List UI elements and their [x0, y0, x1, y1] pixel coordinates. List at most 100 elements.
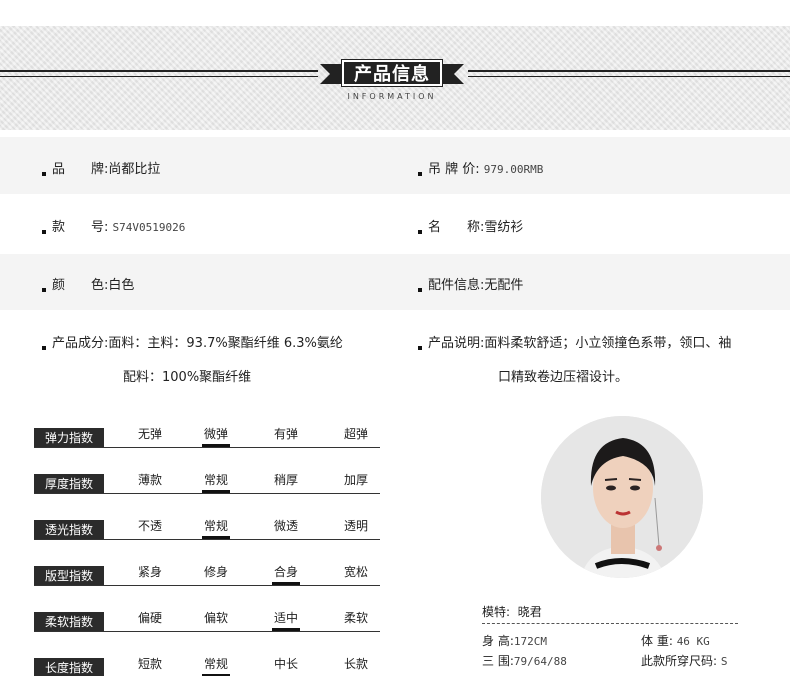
model-divider	[482, 623, 738, 624]
composition-label: 产品成分:	[52, 336, 109, 351]
index-option-label: 偏软	[203, 611, 228, 625]
description-line-2: 口精致卷边压褶设计。	[498, 370, 629, 385]
index-option: 微弹	[196, 425, 236, 447]
bullet	[42, 288, 46, 292]
index-option-label: 微透	[273, 519, 298, 533]
index-option: 常规	[196, 471, 236, 493]
header-line-right-thin	[468, 76, 790, 77]
model-size: 此款所穿尺码: S	[641, 652, 728, 669]
index-underline	[34, 493, 380, 494]
composition-value-1: 93.7%聚酯纤维 6.3%氨纶	[186, 336, 343, 351]
index-option: 偏硬	[130, 609, 170, 626]
index-option-label: 透明	[343, 519, 368, 533]
page-title: 产品信息	[341, 59, 443, 87]
index-option: 微透	[266, 517, 306, 534]
info-row-3: 颜 色:白色 配件信息:无配件	[0, 254, 790, 310]
info-row-1: 品 牌:尚都比拉 吊 牌 价: 979.00RMB	[0, 137, 790, 194]
index-option-label: 偏硬	[137, 611, 162, 625]
index-option: 薄款	[130, 471, 170, 488]
index-label: 厚度指数	[34, 474, 104, 494]
index-option: 修身	[196, 563, 236, 580]
description-line-1: 面料柔软舒适；小立领撞色系带，领口、袖	[484, 336, 732, 351]
info-row-2: 款 号: S74V0519026 名 称:雪纺衫	[0, 194, 790, 254]
weight-label: 体 重:	[641, 634, 673, 648]
index-option-label: 超弹	[343, 427, 368, 441]
index-option: 中长	[266, 655, 306, 672]
bullet	[418, 230, 422, 234]
name-label: 名 称:	[428, 220, 485, 235]
color-value: 白色	[108, 278, 135, 293]
name-value: 雪纺衫	[484, 220, 524, 235]
index-option-label: 微弹	[203, 427, 228, 441]
index-underline	[34, 631, 380, 632]
size-label: 此款所穿尺码:	[641, 654, 718, 668]
description-label: 产品说明:	[428, 336, 485, 351]
index-underline	[34, 539, 380, 540]
header-line-left	[0, 70, 318, 72]
index-option-label: 柔软	[343, 611, 368, 625]
index-option-label: 不透	[137, 519, 162, 533]
index-option-label: 短款	[137, 657, 162, 671]
color-label: 颜 色:	[52, 278, 109, 293]
index-table: 长度指数 短款 常规 中长 长款	[34, 652, 380, 676]
composition-value-2: 100%聚酯纤维	[162, 370, 252, 385]
index-option: 偏软	[196, 609, 236, 626]
bullet	[418, 288, 422, 292]
index-option: 常规	[196, 655, 236, 676]
index-option: 加厚	[336, 471, 376, 488]
index-table: 厚度指数 薄款 常规 稍厚 加厚	[34, 468, 380, 494]
index-option-label: 常规	[203, 657, 228, 671]
index-option-label: 稍厚	[273, 473, 298, 487]
index-option: 宽松	[336, 563, 376, 580]
brand-label: 品 牌:	[52, 162, 109, 177]
index-option: 适中	[266, 609, 306, 631]
index-table: 柔软指数 偏硬 偏软 适中 柔软	[34, 606, 380, 632]
name-field: 名 称:雪纺衫	[418, 216, 523, 235]
index-table: 弹力指数 无弹 微弹 有弹 超弹	[34, 422, 380, 448]
index-option-label: 常规	[203, 519, 228, 533]
index-label: 弹力指数	[34, 428, 104, 448]
model-height: 身 高:172CM	[482, 632, 547, 649]
brand-value: 尚都比拉	[108, 162, 161, 177]
accessory-field: 配件信息:无配件	[418, 274, 523, 293]
bullet	[418, 172, 422, 176]
index-option-label: 薄款	[137, 473, 162, 487]
page-subtitle: INFORMATION	[347, 92, 437, 101]
index-option-label: 加厚	[343, 473, 368, 487]
index-option-label: 紧身	[137, 565, 162, 579]
height-label: 身 高:	[482, 634, 514, 648]
index-option-label: 长款	[343, 657, 368, 671]
sku-label: 款 号:	[52, 220, 109, 235]
header-line-right	[468, 70, 790, 72]
accessory-value: 无配件	[484, 278, 524, 293]
price-label: 吊 牌 价:	[428, 162, 480, 177]
index-underline	[34, 447, 380, 448]
composition-prefix-1: 面料：主料：	[108, 336, 187, 351]
ribbon-tail-left	[320, 64, 344, 84]
index-option-label: 有弹	[273, 427, 298, 441]
index-option: 紧身	[130, 563, 170, 580]
index-option-label: 无弹	[137, 427, 162, 441]
price-value: 979.00RMB	[483, 163, 544, 176]
model-weight: 体 重: 46 KG	[641, 632, 710, 649]
index-option: 有弹	[266, 425, 306, 442]
index-option-label: 修身	[203, 565, 228, 579]
index-option: 常规	[196, 517, 236, 539]
composition-field: 产品成分:面料：主料：93.7%聚酯纤维 6.3%氨纶	[42, 332, 343, 351]
price-field: 吊 牌 价: 979.00RMB	[418, 158, 543, 177]
sku-field: 款 号: S74V0519026	[42, 216, 185, 235]
weight-value: 46 KG	[676, 635, 710, 648]
ribbon-tail-right	[440, 64, 464, 84]
sku-value: S74V0519026	[112, 221, 186, 234]
index-option-label: 常规	[203, 473, 228, 487]
model-name-label: 模特:	[482, 605, 511, 619]
index-label: 柔软指数	[34, 612, 104, 632]
index-option-label: 中长	[273, 657, 298, 671]
index-option: 柔软	[336, 609, 376, 626]
index-option-label: 合身	[273, 565, 298, 579]
height-value: 172CM	[513, 635, 547, 648]
index-label: 长度指数	[34, 658, 104, 676]
index-option: 不透	[130, 517, 170, 534]
index-label: 版型指数	[34, 566, 104, 586]
size-value: S	[720, 655, 728, 668]
